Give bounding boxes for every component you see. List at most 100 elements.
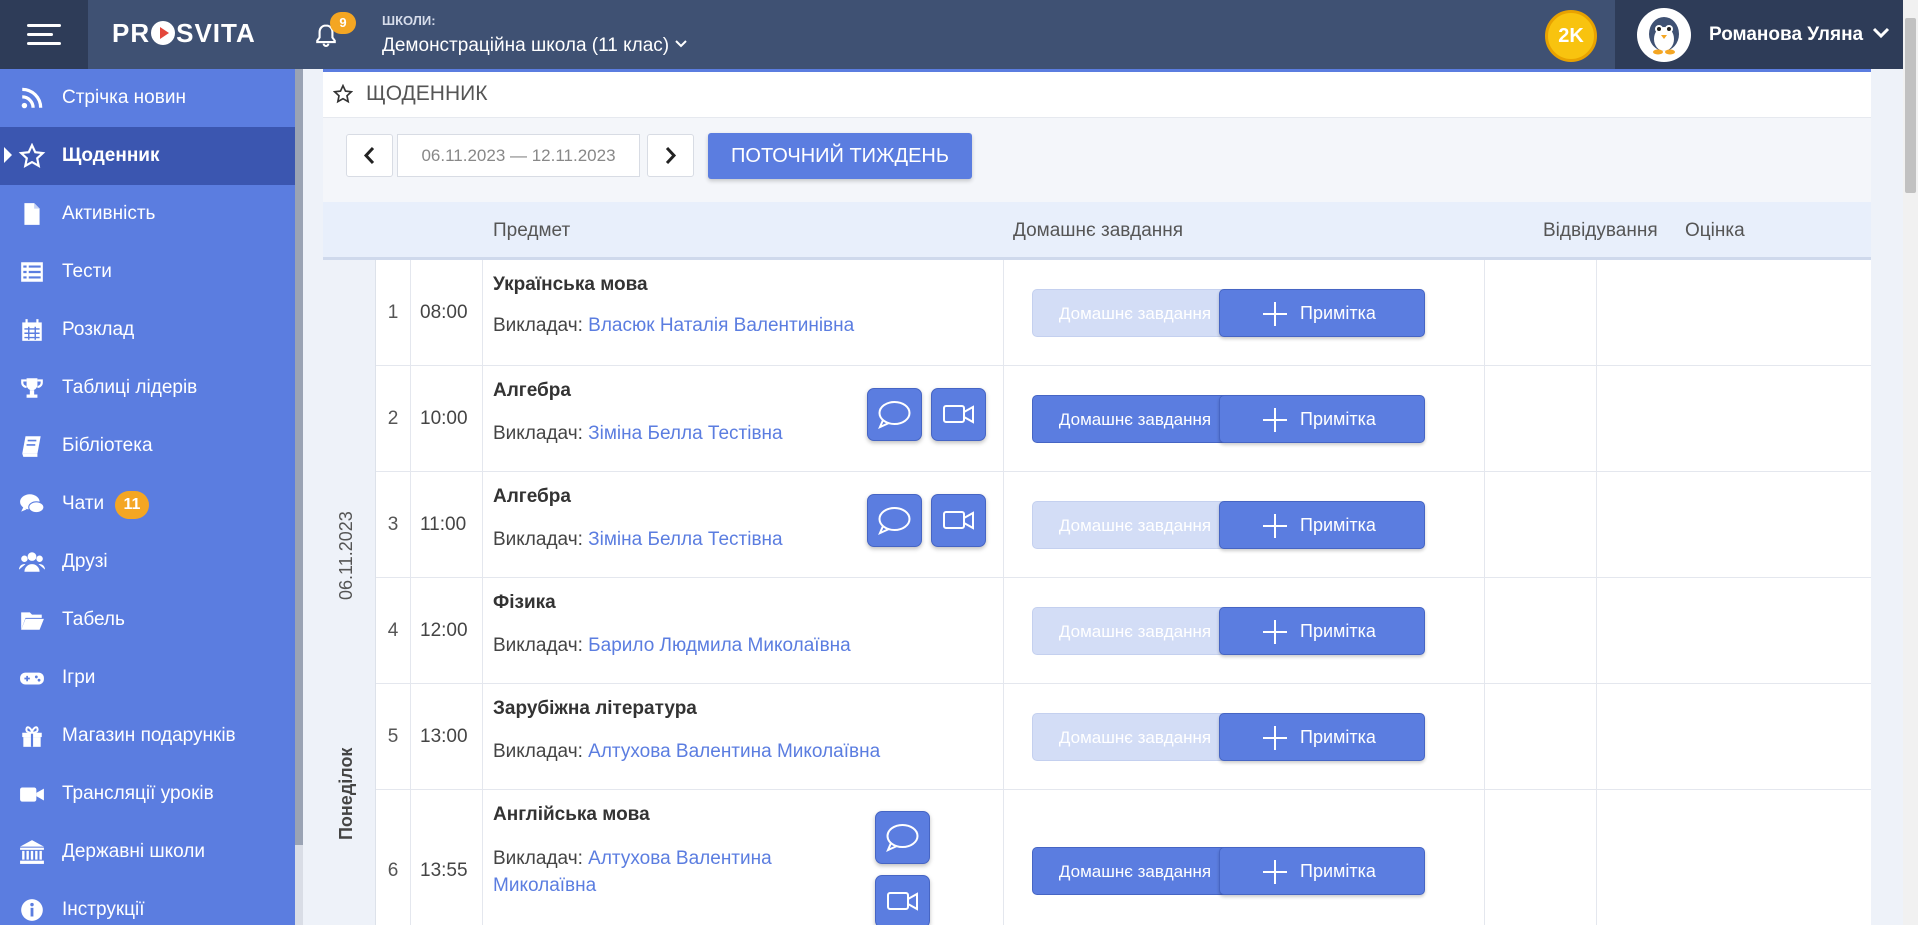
sidebar-item-games[interactable]: Ігри bbox=[0, 649, 295, 707]
sidebar-item-label: Щоденник bbox=[62, 145, 160, 166]
note-label: Примітка bbox=[1300, 861, 1376, 881]
sidebar-item-label: Активність bbox=[62, 203, 156, 224]
sidebar-item-lesson-streams[interactable]: Трансляції уроків bbox=[0, 765, 295, 823]
chat-icon bbox=[886, 824, 919, 852]
school-name: Демонстраційна школа (11 клас) bbox=[382, 35, 670, 56]
sidebar-item-leaderboards[interactable]: Таблиці лідерів bbox=[0, 359, 295, 417]
lesson-number: 3 bbox=[387, 514, 399, 535]
teacher-link[interactable]: Власюк Наталія Валентинівна bbox=[588, 315, 854, 336]
lesson-time: 10:00 bbox=[420, 408, 468, 429]
plus-icon bbox=[1263, 302, 1287, 326]
users-icon bbox=[18, 552, 46, 572]
homework-button[interactable]: Домашнє завдання bbox=[1032, 607, 1238, 655]
note-label: Примітка bbox=[1300, 621, 1376, 641]
video-call-button[interactable] bbox=[931, 388, 986, 441]
lesson-subject: Фізика bbox=[493, 592, 556, 613]
teacher-link[interactable]: Зіміна Белла Тестівна bbox=[588, 423, 782, 444]
video-call-button[interactable] bbox=[875, 875, 930, 925]
page-title: ЩОДЕННИК bbox=[366, 82, 488, 105]
column-header-attendance: Відвідування bbox=[1543, 220, 1658, 241]
lesson-number: 6 bbox=[387, 860, 399, 881]
sidebar-item-schedule[interactable]: Розклад bbox=[0, 301, 295, 359]
column-header-subject: Предмет bbox=[493, 220, 571, 241]
prev-week-button[interactable] bbox=[346, 134, 393, 177]
lesson-teacher: Викладач: Барило Людмила Миколаївна bbox=[493, 635, 851, 657]
sidebar-item-label: Таблиці лідерів bbox=[62, 377, 198, 398]
sidebar-item-instructions[interactable]: Інструкції bbox=[0, 881, 295, 925]
teacher-link[interactable]: Миколаївна bbox=[493, 875, 596, 896]
sidebar-item-label: Магазин подарунків bbox=[62, 725, 236, 746]
lesson-number: 2 bbox=[387, 408, 399, 429]
menu-toggle-button[interactable] bbox=[0, 0, 88, 69]
add-note-button[interactable]: Примітка bbox=[1219, 501, 1425, 549]
teacher-prefix: Викладач: bbox=[493, 635, 583, 656]
bank-icon bbox=[20, 840, 44, 864]
column-header-grade: Оцінка bbox=[1685, 220, 1745, 241]
gift-icon bbox=[22, 726, 42, 747]
sidebar-item-tests[interactable]: Тести bbox=[0, 243, 295, 301]
lesson-number: 4 bbox=[387, 620, 399, 641]
sidebar-item-diary[interactable]: Щоденник bbox=[0, 127, 295, 185]
calendar-icon bbox=[22, 319, 42, 341]
sidebar-item-state-schools[interactable]: Державні школи bbox=[0, 823, 295, 881]
sidebar-item-friends[interactable]: Друзі bbox=[0, 533, 295, 591]
day-name: Понеділок bbox=[336, 747, 356, 840]
add-note-button[interactable]: Примітка bbox=[1219, 847, 1425, 895]
teacher-link[interactable]: Алтухова Валентина Миколаївна bbox=[588, 741, 880, 762]
plus-icon bbox=[1263, 726, 1287, 750]
teacher-prefix: Викладач: bbox=[493, 529, 583, 550]
school-selector[interactable]: Демонстраційна школа (11 клас) bbox=[382, 35, 688, 57]
current-week-button[interactable]: ПОТОЧНИЙ ТИЖДЕНЬ bbox=[708, 133, 972, 179]
teacher-link[interactable]: Барило Людмила Миколаївна bbox=[588, 635, 851, 656]
day-date: 06.11.2023 bbox=[336, 511, 356, 600]
add-note-button[interactable]: Примітка bbox=[1219, 395, 1425, 443]
homework-button[interactable]: Домашнє завдання bbox=[1032, 713, 1238, 761]
sidebar-item-label: Трансляції уроків bbox=[62, 783, 214, 804]
lesson-subject: Українська мова bbox=[493, 274, 648, 295]
star-icon bbox=[333, 84, 353, 104]
add-note-button[interactable]: Примітка bbox=[1219, 289, 1425, 337]
homework-button[interactable]: Домашнє завдання bbox=[1032, 395, 1238, 443]
homework-button[interactable]: Домашнє завдання bbox=[1032, 501, 1238, 549]
coins-badge[interactable]: 2K bbox=[1545, 10, 1597, 62]
sidebar-item-activity[interactable]: Активність bbox=[0, 185, 295, 243]
chevron-down-icon bbox=[1872, 27, 1890, 39]
hamburger-icon bbox=[27, 23, 61, 46]
book-icon bbox=[22, 436, 41, 457]
page-scrollbar-thumb[interactable] bbox=[1905, 18, 1916, 193]
school-label: ШКОЛИ: bbox=[382, 13, 436, 28]
teacher-link[interactable]: Зіміна Белла Тестівна bbox=[588, 529, 782, 550]
chat-button[interactable] bbox=[875, 811, 930, 864]
add-note-button[interactable]: Примітка bbox=[1219, 607, 1425, 655]
date-range-field[interactable]: 06.11.2023 — 12.11.2023 bbox=[397, 134, 640, 177]
add-note-button[interactable]: Примітка bbox=[1219, 713, 1425, 761]
homework-button[interactable]: Домашнє завдання bbox=[1032, 847, 1238, 895]
chat-button[interactable] bbox=[867, 388, 922, 441]
plus-icon bbox=[1263, 408, 1287, 432]
gamepad-icon bbox=[20, 672, 44, 685]
sidebar-item-chats[interactable]: Чати 11 bbox=[0, 475, 295, 533]
active-indicator bbox=[4, 147, 12, 163]
lesson-teacher: Викладач: Алтухова Валентина Миколаївна bbox=[493, 741, 880, 763]
video-camera-icon bbox=[887, 892, 918, 911]
teacher-link[interactable]: Алтухова Валентина bbox=[588, 848, 772, 869]
sidebar-item-library[interactable]: Бібліотека bbox=[0, 417, 295, 475]
table-row: 4 12:00 Фізика Викладач: Барило Людмила … bbox=[376, 578, 1871, 684]
video-call-button[interactable] bbox=[931, 494, 986, 547]
sidebar-item-report-card[interactable]: Табель bbox=[0, 591, 295, 649]
sidebar-item-label: Чати bbox=[62, 493, 105, 514]
homework-button[interactable]: Домашнє завдання bbox=[1032, 289, 1238, 337]
sidebar-scrollbar-thumb[interactable] bbox=[295, 69, 303, 845]
play-o-icon bbox=[151, 21, 176, 45]
lesson-time: 13:00 bbox=[420, 726, 468, 747]
chat-button[interactable] bbox=[867, 494, 922, 547]
chat-icon bbox=[878, 507, 911, 535]
user-menu[interactable]: Романова Уляна bbox=[1615, 0, 1903, 69]
next-week-button[interactable] bbox=[647, 134, 694, 177]
lesson-subject: Алгебра bbox=[493, 380, 571, 401]
sidebar-item-gift-shop[interactable]: Магазин подарунків bbox=[0, 707, 295, 765]
lesson-subject: Алгебра bbox=[493, 486, 571, 507]
sidebar-item-news[interactable]: Стрічка новин bbox=[0, 69, 295, 127]
prosvita-logo[interactable]: PR SVITA bbox=[112, 18, 256, 49]
top-bar: PR SVITA 9 ШКОЛИ: Демонстраційна школа (1… bbox=[0, 0, 1918, 69]
